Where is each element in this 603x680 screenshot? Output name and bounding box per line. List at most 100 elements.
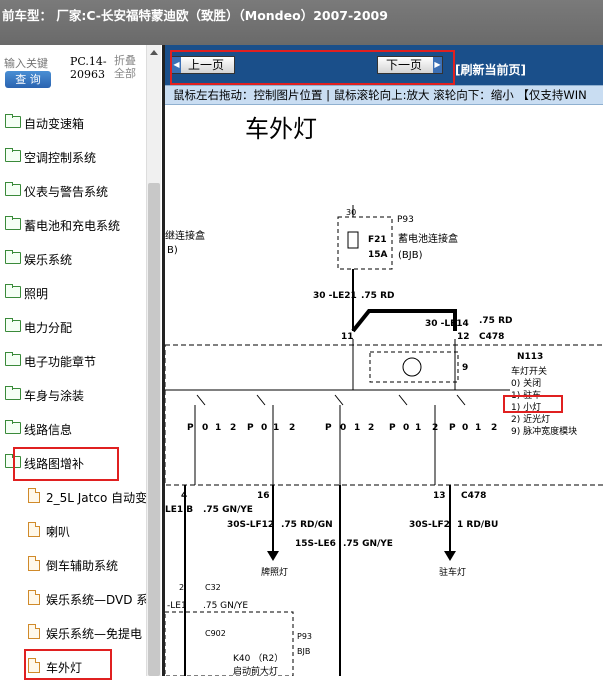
park-light-label: 驻车灯: [439, 566, 466, 578]
gnye-label: .75 GN/YE: [203, 505, 253, 515]
switch-blade: [398, 394, 408, 406]
contact-label: 0: [403, 423, 409, 433]
file-icon: [28, 624, 40, 639]
plate-light-label: 牌照灯: [261, 566, 288, 578]
fuse-icon: [347, 231, 359, 249]
tree-item-lighting[interactable]: 照明: [0, 277, 146, 309]
refresh-page-link[interactable]: [刷新当前页]: [455, 61, 526, 78]
s15-le6-label: 15S-LE6: [295, 539, 336, 549]
contact-label: 2: [230, 423, 236, 433]
fuse-box-left-label: 继连接盒: [165, 229, 205, 242]
contact-label: 1: [215, 423, 221, 433]
battery-box-label: 蓄电池连接盒: [398, 232, 458, 245]
rdgn-label: .75 RD/GN: [281, 520, 333, 530]
tree-item-auto-transmission[interactable]: 自动变速箱: [0, 107, 146, 139]
contact-label: 1: [354, 423, 360, 433]
tree-item-entertainment[interactable]: 娱乐系统: [0, 243, 146, 275]
f21-label: F21: [368, 235, 387, 245]
pin11-label: 11: [341, 332, 354, 342]
contact-label: P: [187, 423, 194, 433]
scroll-up-arrow-icon[interactable]: [150, 50, 158, 55]
vehicle-title: 前车型： 厂家:C-长安福特蒙迪欧（致胜）（Mondeo）2007-2009: [2, 8, 388, 23]
tree-item-label: 2_5L Jatco 自动变: [46, 491, 148, 505]
pin13-label: 13: [433, 491, 446, 501]
contact-label: 0: [462, 423, 468, 433]
n113-label: N113: [517, 352, 543, 362]
tree-item-label: 娱乐系统—免提电: [46, 627, 143, 641]
wire-75rd-label-2: .75 RD: [479, 316, 512, 326]
pc-code-line2: 20963: [70, 68, 105, 81]
fuse-box-left-label2: B): [167, 245, 178, 256]
pc-code-line1: PC.14-: [70, 55, 107, 68]
tree-item-instrument[interactable]: 仪表与警告系统: [0, 175, 146, 207]
s30-lf2-label: 30S-LF2: [409, 520, 450, 530]
search-input[interactable]: [4, 55, 52, 71]
scroll-thumb[interactable]: [148, 183, 160, 676]
folder-icon: [5, 250, 21, 264]
wiring-diagram[interactable]: 车外灯 继连接盒 B) P93 30 F21 15A 蓄电池连接盒 (BJB) …: [165, 105, 603, 676]
tree-item-label: 娱乐系统: [24, 253, 73, 267]
file-icon: [28, 556, 40, 571]
c32-label: C32: [205, 583, 221, 592]
switch-title-label: 车灯开关: [511, 365, 547, 377]
collapse-all-button[interactable]: 折叠 全部: [114, 54, 136, 80]
dimmer-module: [369, 351, 459, 383]
tree-item-handsfree[interactable]: 娱乐系统—免提电: [0, 617, 146, 649]
le1-label: -LE1: [167, 601, 187, 611]
highlight-box: [170, 50, 455, 85]
folder-icon: [5, 352, 21, 366]
tree-item-reverse-assist[interactable]: 倒车辅助系统: [0, 549, 146, 581]
tree-item-label: 空调控制系统: [24, 151, 97, 165]
contact-label: 0: [261, 423, 267, 433]
tree-item-power-distribution[interactable]: 电力分配: [0, 311, 146, 343]
tree-item-horn[interactable]: 喇叭: [0, 515, 146, 547]
pc-code: PC.14- 20963: [70, 55, 107, 81]
wire-30-le21-label: 30 -LE21: [313, 291, 357, 301]
file-icon: [28, 590, 40, 605]
tree-scrollbar[interactable]: [146, 45, 161, 676]
rdbu-label: 1 RD/BU: [457, 520, 498, 530]
tree-item-label: 线路信息: [24, 423, 73, 437]
contact-label: 0: [340, 423, 346, 433]
contact-label: 2: [289, 423, 295, 433]
pin9-label: 9: [462, 363, 468, 373]
usage-hint: 鼠标左右拖动：控制图片位置 | 鼠标滚轮向上:放大 滚轮向下：缩小 【仅支持WI…: [165, 85, 603, 105]
contact-label: 0: [202, 423, 208, 433]
contact-label: 1: [475, 423, 481, 433]
p93-label: P93: [397, 215, 414, 225]
folder-icon: [5, 284, 21, 298]
tree-item-electronic-functions[interactable]: 电子功能章节: [0, 345, 146, 377]
tree-item-battery[interactable]: 蓄电池和充电系统: [0, 209, 146, 241]
tree-item-label: 自动变速箱: [24, 117, 85, 131]
folder-icon: [5, 216, 21, 230]
diagram-panel: ◀ 上一页 下一页 ▶ [刷新当前页] 鼠标左右拖动：控制图片位置 | 鼠标滚轮…: [162, 45, 603, 676]
tree-item-body-paint[interactable]: 车身与涂装: [0, 379, 146, 411]
switch-pos-0: 0) 关闭: [511, 377, 541, 389]
contact-label: 2: [491, 423, 497, 433]
k40-label: K40 （R2）: [233, 653, 283, 664]
folder-icon: [5, 114, 21, 128]
highlight-box: [24, 649, 112, 680]
search-button[interactable]: 查 询: [5, 71, 51, 88]
tree-item-wiring-info[interactable]: 线路信息: [0, 413, 146, 445]
file-icon: [28, 522, 40, 537]
folder-icon: [5, 148, 21, 162]
bjb-label: (BJB): [398, 250, 423, 261]
folder-icon: [5, 318, 21, 332]
fold-line2: 全部: [114, 67, 136, 80]
switch-blade: [196, 394, 206, 406]
tree-item-jatco[interactable]: 2_5L Jatco 自动变: [0, 481, 148, 513]
switch-pos-4: 9) 脉冲宽度模块: [511, 425, 577, 437]
tree-item-label: 电子功能章节: [24, 355, 97, 369]
tree-item-ac-control[interactable]: 空调控制系统: [0, 141, 146, 173]
dimmer-icon: [402, 357, 422, 377]
switch-contacts: P 0 1 2 P 0 1 2 P 0 1 2 P 0 1 2 P 0 1 2: [187, 423, 497, 433]
tree-item-label: 喇叭: [46, 525, 71, 539]
switch-blade: [456, 394, 466, 406]
arrow-icon: [267, 551, 279, 561]
contact-label: P: [449, 423, 456, 433]
tree-item-dvd[interactable]: 娱乐系统—DVD 系: [0, 583, 148, 615]
left-panel: 查 询 PC.14- 20963 折叠 全部 自动变速箱 空调控制系统 仪表与警…: [0, 45, 160, 676]
diagram-title: 车外灯: [245, 115, 317, 143]
s30-lf12-label: 30S-LF12: [227, 520, 274, 530]
